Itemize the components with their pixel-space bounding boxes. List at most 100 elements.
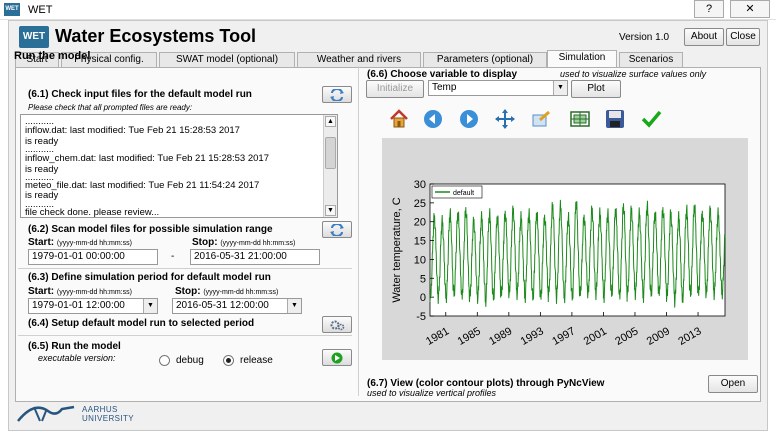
- open-pyncview-button[interactable]: Open: [708, 375, 758, 393]
- section-6-1-title: (6.1) Check input files for the default …: [28, 89, 252, 100]
- panel-divider: [358, 66, 359, 396]
- scan-files-button[interactable]: [322, 221, 352, 238]
- scan-start-label-row: Start: (yyyy-mm-dd hh:mm:ss): [28, 237, 132, 248]
- back-arrow-icon[interactable]: [422, 108, 444, 130]
- period-stop-select[interactable]: 2016-05-31 12:00:00 ▼: [172, 298, 302, 314]
- scroll-thumb[interactable]: [325, 137, 336, 169]
- gears-icon: [330, 320, 345, 331]
- check-files-note: Please check that all prompted files are…: [28, 103, 193, 112]
- version-label: Version 1.0: [619, 32, 670, 43]
- scroll-down-icon[interactable]: ▼: [325, 205, 336, 216]
- log-line: inflow_chem.dat: last modified: Tue Feb …: [25, 153, 269, 164]
- section-6-3-title: (6.3) Define simulation period for defau…: [28, 272, 271, 283]
- file-check-log[interactable]: ........... inflow.dat: last modified: T…: [20, 114, 338, 218]
- executable-version-label: executable version:: [38, 353, 116, 363]
- play-icon: [331, 352, 343, 364]
- refresh-icon: [330, 224, 344, 236]
- refresh-icon: [330, 89, 344, 101]
- y-tick-label: 20: [414, 217, 426, 229]
- surface-values-note: used to visualize surface values only: [560, 69, 707, 79]
- scan-stop-field[interactable]: 2016-05-31 21:00:00: [190, 249, 320, 265]
- scan-start-field[interactable]: 1979-01-01 00:00:00: [28, 249, 158, 265]
- divider: [18, 335, 352, 336]
- release-radio-label: release: [240, 355, 273, 366]
- debug-radio-label: debug: [176, 355, 204, 366]
- log-scrollbar[interactable]: ▲ ▼: [323, 115, 337, 217]
- divider: [18, 268, 352, 269]
- vertical-profiles-note: used to visualize vertical profiles: [367, 388, 497, 398]
- y-axis-label: Water temperature, C: [391, 197, 403, 302]
- check-files-button[interactable]: [322, 86, 352, 103]
- university-line-1: AARHUS: [82, 405, 118, 414]
- range-dash: -: [171, 251, 175, 262]
- app-title: Water Ecosystems Tool: [55, 26, 257, 46]
- run-model-button[interactable]: [322, 349, 352, 366]
- window-logo: WET: [4, 3, 20, 16]
- app-logo: WET: [19, 26, 49, 48]
- university-name: AARHUS UNIVERSITY: [82, 405, 134, 423]
- section-6-2-title: (6.2) Scan model files for possible simu…: [28, 224, 273, 235]
- tab-parameters[interactable]: Parameters (optional): [423, 52, 547, 67]
- period-stop-format: (yyyy-mm-dd hh:mm:ss): [203, 289, 279, 296]
- tab-swat-model[interactable]: SWAT model (optional): [159, 52, 295, 67]
- chevron-down-icon[interactable]: ▼: [287, 299, 301, 313]
- plot-button[interactable]: Plot: [571, 80, 621, 98]
- y-tick-label: 0: [420, 292, 426, 304]
- scan-stop-label: Stop:: [192, 237, 218, 248]
- tab-weather-rivers[interactable]: Weather and rivers: [297, 52, 421, 67]
- window-close-button[interactable]: ✕: [730, 0, 770, 18]
- y-tick-label: 10: [414, 254, 426, 266]
- forward-arrow-icon[interactable]: [458, 108, 480, 130]
- save-icon[interactable]: [604, 108, 626, 130]
- initialize-button[interactable]: Initialize: [366, 80, 424, 98]
- scan-start-label: Start:: [28, 237, 55, 248]
- period-stop-label-row: Stop: (yyyy-mm-dd hh:mm:ss): [175, 286, 278, 297]
- period-start-value: 1979-01-01 12:00:00: [32, 300, 125, 311]
- section-6-5-title: (6.5) Run the model: [28, 341, 121, 352]
- close-button[interactable]: Close: [726, 28, 760, 46]
- log-line: meteo_file.dat: last modified: Tue Feb 2…: [25, 180, 260, 191]
- scroll-up-icon[interactable]: ▲: [325, 116, 336, 127]
- window-titlebar: WET WET ? ✕: [0, 0, 776, 20]
- setup-run-button[interactable]: [322, 316, 352, 333]
- y-tick-label: -5: [416, 311, 426, 323]
- pan-icon[interactable]: [494, 108, 516, 130]
- y-tick-label: 25: [414, 198, 426, 210]
- window-title: WET: [28, 4, 53, 16]
- aarhus-university-logo: [17, 405, 75, 422]
- variable-value: Temp: [432, 82, 457, 93]
- period-stop-label: Stop:: [175, 286, 201, 297]
- scan-stop-format: (yyyy-mm-dd hh:mm:ss): [220, 240, 296, 247]
- university-line-2: UNIVERSITY: [82, 414, 135, 423]
- y-tick-label: 15: [414, 236, 426, 248]
- release-radio[interactable]: [223, 355, 234, 366]
- period-start-label-row: Start: (yyyy-mm-dd hh:mm:ss): [28, 286, 132, 297]
- tab-simulation[interactable]: Simulation: [547, 50, 617, 67]
- window-help-button[interactable]: ?: [694, 0, 724, 18]
- run-model-heading: Run the model: [14, 50, 91, 62]
- check-icon[interactable]: [640, 108, 662, 130]
- variable-select[interactable]: Temp ▼: [428, 80, 568, 96]
- period-start-format: (yyyy-mm-dd hh:mm:ss): [56, 289, 132, 296]
- legend-label: default: [453, 190, 474, 197]
- y-tick-label: 30: [414, 179, 426, 191]
- chevron-down-icon[interactable]: ▼: [143, 299, 157, 313]
- debug-radio[interactable]: [159, 355, 170, 366]
- period-start-select[interactable]: 1979-01-01 12:00:00 ▼: [28, 298, 158, 314]
- subplot-config-icon[interactable]: [569, 108, 591, 130]
- section-6-6-title: (6.6) Choose variable to display: [367, 69, 518, 80]
- period-stop-value: 2016-05-31 12:00:00: [176, 300, 269, 311]
- log-line: inflow.dat: last modified: Tue Feb 21 15…: [25, 125, 240, 136]
- chevron-down-icon[interactable]: ▼: [553, 81, 567, 95]
- scan-stop-label-row: Stop: (yyyy-mm-dd hh:mm:ss): [192, 237, 295, 248]
- log-line: file check done. please review...: [25, 207, 160, 218]
- period-start-label: Start:: [28, 286, 55, 297]
- section-6-4-title: (6.4) Setup default model run to selecte…: [28, 318, 255, 329]
- about-button[interactable]: About: [684, 28, 724, 46]
- home-icon[interactable]: [388, 108, 410, 130]
- y-tick-label: 5: [420, 273, 426, 285]
- tab-scenarios[interactable]: Scenarios: [619, 52, 683, 67]
- zoom-icon[interactable]: [530, 108, 552, 130]
- temperature-chart[interactable]: -50510152025301981 1985 1989 1993 1997 2001 20…: [382, 138, 748, 360]
- scan-start-format: (yyyy-mm-dd hh:mm:ss): [56, 240, 132, 247]
